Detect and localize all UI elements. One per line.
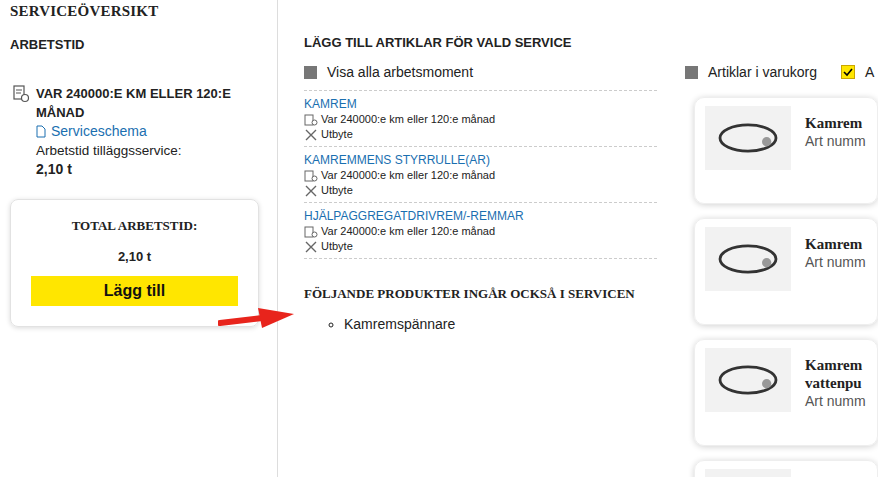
included-title: FÖLJANDE PRODUKTER INGÅR OCKSÅ I SERVICE… bbox=[304, 286, 657, 302]
total-card: TOTAL ARBETSTID: 2,10 t Lägg till bbox=[10, 199, 259, 327]
task-interval: Var 240000:e km eller 120:e månad bbox=[304, 168, 657, 183]
articles-panel: LÄGG TILL ARTIKLAR FÖR VALD SERVICE Visa… bbox=[278, 0, 657, 477]
task-action: Utbyte bbox=[304, 127, 657, 142]
document-icon bbox=[36, 125, 46, 138]
schedule-icon bbox=[304, 226, 318, 238]
task-name[interactable]: KAMREMMENS STYRRULLE(AR) bbox=[304, 152, 657, 168]
product-image bbox=[705, 348, 791, 412]
schedule-icon bbox=[304, 170, 318, 182]
extra-value: 2,10 t bbox=[36, 160, 267, 179]
section-label: ARBETSTID bbox=[10, 37, 267, 52]
included-list: Kamremspännare bbox=[304, 316, 657, 332]
extra-label: Arbetstid tilläggsservice: bbox=[36, 141, 267, 160]
task-row[interactable]: KAMREMMENS STYRRULLE(AR) Var 240000:e km… bbox=[304, 147, 657, 203]
products-panel: Artiklar i varukorg A Kamrem Art numm Ka… bbox=[657, 0, 878, 477]
task-list: KAMREM Var 240000:e km eller 120:e månad… bbox=[304, 90, 657, 259]
product-image bbox=[705, 469, 791, 477]
belt-icon bbox=[710, 352, 786, 408]
total-value: 2,10 t bbox=[31, 249, 238, 264]
product-card[interactable]: Kamrem Art numm bbox=[694, 218, 878, 325]
overview-title: SERVICEÖVERSIKT bbox=[10, 3, 267, 20]
product-card[interactable]: Kamremvattenpu Art numm bbox=[694, 339, 878, 446]
checkbox-icon bbox=[304, 66, 317, 79]
product-card[interactable]: Kamrem Art numm bbox=[694, 97, 878, 204]
product-title: Kamrem bbox=[805, 114, 866, 132]
included-item: Kamremspännare bbox=[344, 316, 657, 332]
schedule-icon bbox=[12, 85, 30, 103]
task-row[interactable]: KAMREM Var 240000:e km eller 120:e månad… bbox=[304, 91, 657, 147]
task-action: Utbyte bbox=[304, 183, 657, 198]
checkbox-icon bbox=[841, 65, 855, 79]
task-name[interactable]: HJÄLPAGGREGATDRIVREM/-REMMAR bbox=[304, 208, 657, 224]
task-interval: Var 240000:e km eller 120:e månad bbox=[304, 112, 657, 127]
schedule-icon bbox=[304, 114, 318, 126]
add-button[interactable]: Lägg till bbox=[31, 276, 238, 306]
belt-icon bbox=[710, 231, 786, 287]
show-all-checkbox[interactable]: Visa alla arbetsmoment bbox=[304, 64, 657, 80]
total-label: TOTAL ARBETSTID: bbox=[31, 218, 238, 234]
product-image bbox=[705, 227, 791, 291]
task-action: Utbyte bbox=[304, 239, 657, 254]
schedule-link[interactable]: Serviceschema bbox=[36, 122, 267, 141]
interval-title: VAR 240000:E KM ELLER 120:E MÅNAD bbox=[36, 84, 267, 122]
product-title: Kamrem bbox=[805, 235, 866, 253]
service-overview: SERVICEÖVERSIKT ARBETSTID VAR 240000:E K… bbox=[0, 0, 278, 477]
articles-title: LÄGG TILL ARTIKLAR FÖR VALD SERVICE bbox=[304, 35, 657, 50]
annotation-arrow-icon bbox=[218, 306, 298, 330]
product-card[interactable] bbox=[694, 460, 878, 477]
tools-icon bbox=[304, 129, 318, 141]
interval-block: VAR 240000:E KM ELLER 120:E MÅNAD Servic… bbox=[10, 84, 267, 179]
checkbox-icon bbox=[685, 66, 698, 79]
product-number: Art numm bbox=[805, 392, 866, 410]
product-number: Art numm bbox=[805, 132, 866, 150]
service-page: SERVICEÖVERSIKT ARBETSTID VAR 240000:E K… bbox=[0, 0, 878, 477]
tools-icon bbox=[304, 185, 318, 197]
task-name[interactable]: KAMREM bbox=[304, 96, 657, 112]
task-row[interactable]: HJÄLPAGGREGATDRIVREM/-REMMAR Var 240000:… bbox=[304, 203, 657, 259]
belt-icon bbox=[710, 110, 786, 166]
task-interval: Var 240000:e km eller 120:e månad bbox=[304, 224, 657, 239]
product-title: Kamrem bbox=[805, 356, 866, 374]
filter-row: Artiklar i varukorg A bbox=[685, 0, 878, 80]
product-number: Art numm bbox=[805, 253, 866, 271]
belt-icon bbox=[710, 473, 786, 477]
tools-icon bbox=[304, 241, 318, 253]
filter-checkbox[interactable]: Artiklar i varukorg bbox=[685, 64, 817, 80]
filter-checkbox[interactable]: A bbox=[841, 64, 874, 80]
product-title: vattenpu bbox=[805, 374, 866, 392]
product-image bbox=[705, 106, 791, 170]
